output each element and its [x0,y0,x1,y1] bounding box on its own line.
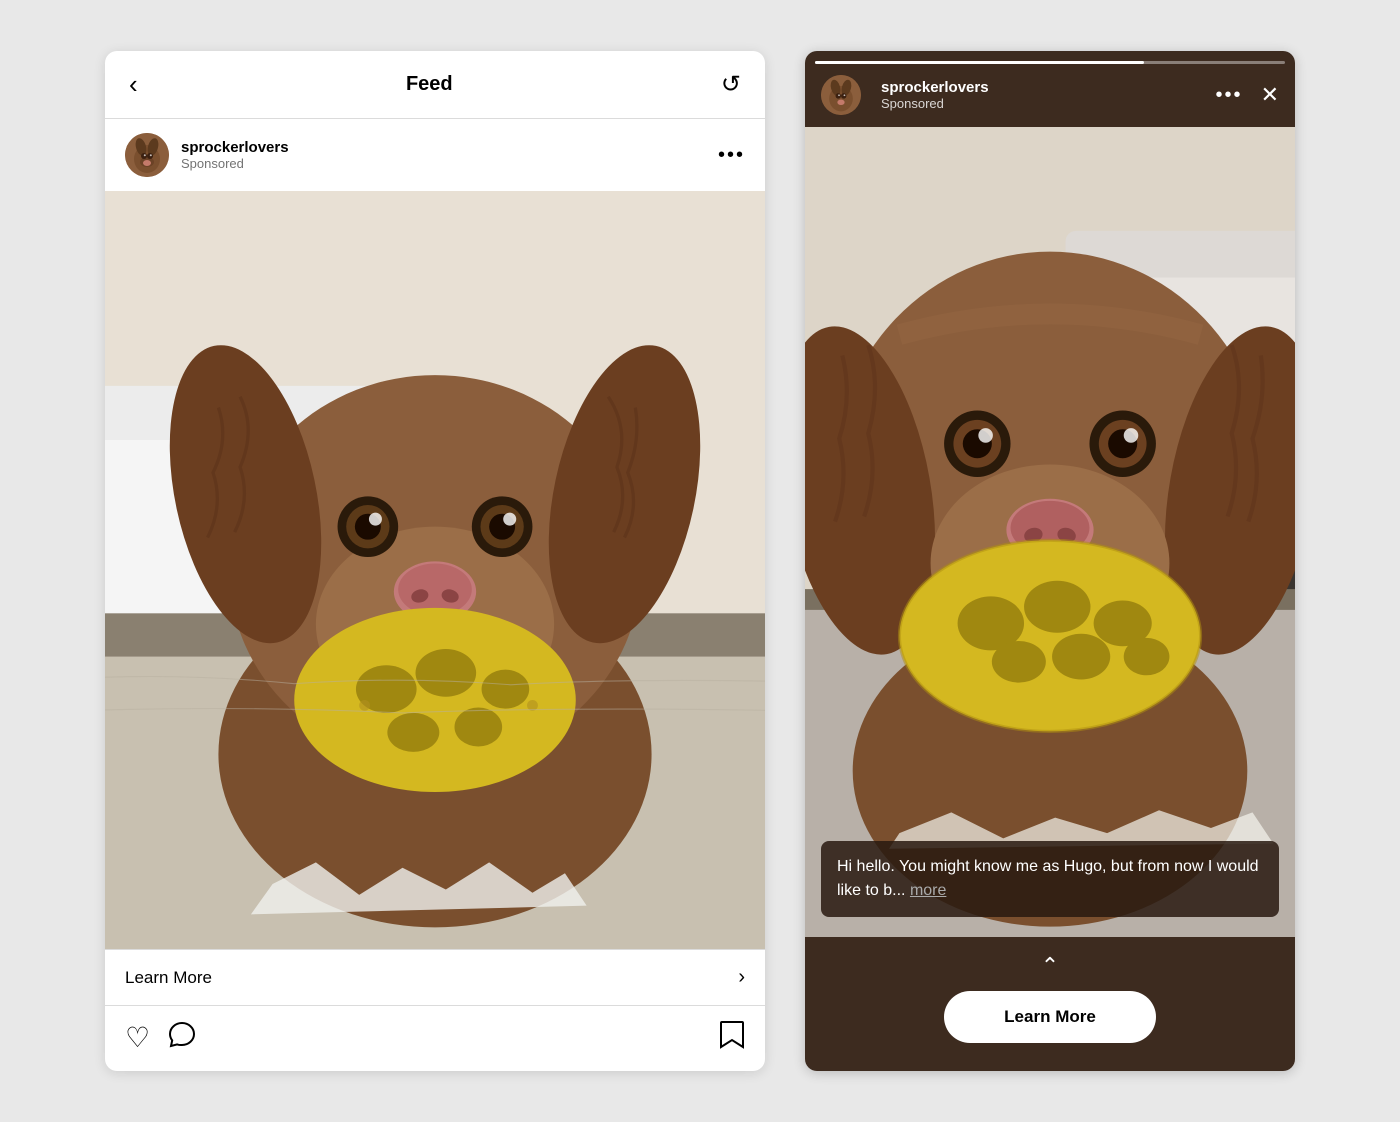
feed-post-image [105,191,765,949]
feed-header: ‹ Feed ↺ [105,51,765,119]
story-header: sprockerlovers Sponsored ••• ✕ [805,51,1295,127]
story-caption-text: Hi hello. You might know me as Hugo, but… [837,858,1259,899]
like-button[interactable]: ♡ [125,1021,150,1056]
avatar [125,133,169,177]
post-sponsored: Sponsored [181,156,718,171]
story-user-info: sprockerlovers Sponsored [871,79,1216,111]
story-more-options-button[interactable]: ••• [1216,84,1243,107]
story-learn-more-button[interactable]: Learn More [944,991,1156,1043]
story-avatar [821,75,861,115]
story-header-right: ••• ✕ [1216,82,1279,108]
more-options-button[interactable]: ••• [718,144,745,167]
feed-actions-bar: ♡ [105,1006,765,1071]
refresh-button[interactable]: ↺ [721,70,741,99]
swipe-up-icon[interactable]: ⌃ [1041,953,1059,979]
back-button[interactable]: ‹ [129,69,138,100]
story-caption-more-link[interactable]: more [910,882,946,899]
feed-cta-arrow-icon[interactable]: › [738,966,745,989]
story-panel: sprockerlovers Sponsored ••• ✕ [805,51,1295,1071]
story-image-area: Hi hello. You might know me as Hugo, but… [805,127,1295,937]
story-sponsored: Sponsored [881,96,989,111]
feed-title: Feed [406,73,453,96]
story-username: sprockerlovers [881,79,989,96]
feed-cta-bar[interactable]: Learn More › [105,949,765,1006]
story-caption-box: Hi hello. You might know me as Hugo, but… [821,841,1279,917]
post-username: sprockerlovers [181,139,718,156]
post-info: sprockerlovers Sponsored [181,139,718,171]
comment-button[interactable] [168,1021,196,1056]
bookmark-button[interactable] [719,1020,745,1057]
feed-panel: ‹ Feed ↺ sprockerlovers Sponsored [105,51,765,1071]
post-header: sprockerlovers Sponsored ••• [105,119,765,191]
feed-learn-more-text[interactable]: Learn More [125,968,212,988]
story-bottom: ⌃ Learn More [805,937,1295,1071]
feed-actions-left: ♡ [125,1021,196,1056]
story-close-button[interactable]: ✕ [1261,82,1279,108]
